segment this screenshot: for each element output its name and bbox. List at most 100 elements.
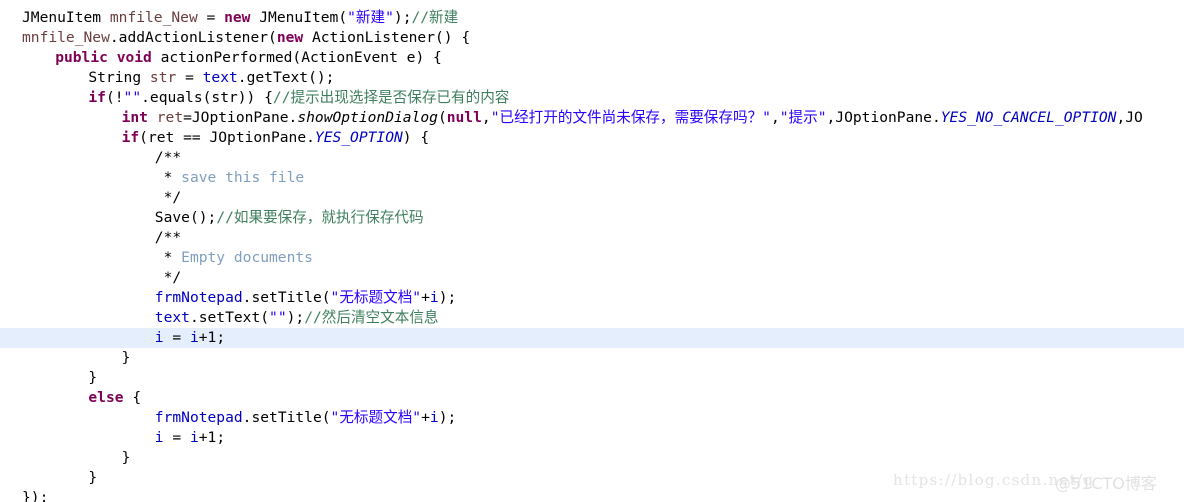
token-plain: } [121,449,131,466]
code-line[interactable]: String str = text.getText(); [0,68,1184,88]
code-line[interactable]: } [0,468,1184,488]
token-field: frmNotepad [154,289,243,306]
code-line[interactable]: i = i+1; [0,428,1184,448]
token-javadoc: /** [154,229,182,246]
token-javadoc: * [154,249,182,266]
code-line[interactable]: if(ret == JOptionPane.YES_OPTION) { [0,128,1184,148]
token-keyword: public [55,49,117,66]
code-line-content: mnfile_New.addActionListener(new ActionL… [22,29,470,46]
code-line[interactable]: frmNotepad.setTitle("无标题文档"+i); [0,408,1184,428]
code-line[interactable]: } [0,448,1184,468]
token-field: frmNotepad [154,409,243,426]
code-line-content: /** [155,229,181,246]
code-line[interactable]: mnfile_New.addActionListener(new ActionL… [0,28,1184,48]
token-string: "已经打开的文件尚未保存，需要保存吗？" [490,109,771,126]
token-plain: String [88,69,150,86]
token-plain: } [88,369,98,386]
token-plain: .equals(str)) { [141,89,273,106]
code-line-content: /** [155,149,181,166]
token-keyword: if [121,129,140,146]
code-line[interactable]: frmNotepad.setTitle("无标题文档"+i); [0,288,1184,308]
token-local: mnfile_New [22,29,110,46]
code-line-content: i = i+1; [155,329,225,346]
code-line-content: * save this file [154,169,305,186]
code-line[interactable]: text.setText("");//然后清空文本信息 [0,308,1184,328]
token-plain: , [770,109,780,126]
token-plain: (ret == JOptionPane. [139,129,315,146]
token-plain: ,JOptionPane. [826,109,941,126]
token-field: i [154,329,173,346]
code-line-content: else { [88,389,141,406]
token-field: i [189,329,199,346]
code-line[interactable]: * save this file [0,168,1184,188]
token-keyword: else [88,389,133,406]
token-plain: ); [438,289,457,306]
code-line[interactable]: * Empty documents [0,248,1184,268]
code-line[interactable]: } [0,348,1184,368]
token-string: "新建" [347,9,394,26]
token-keyword: if [88,89,106,106]
code-text-area[interactable]: JMenuItem mnfile_New = new JMenuItem("新建… [0,0,1184,502]
token-keyword: void [116,49,161,66]
token-plain: = [185,69,203,86]
code-line-content: if(!"".equals(str)) {//提示出现选择是否保存已有的内容 [88,89,509,106]
code-line-content: frmNotepad.setTitle("无标题文档"+i); [155,409,456,426]
code-line[interactable]: int ret=JOptionPane.showOptionDialog(nul… [0,108,1184,128]
token-jdoc-kw: save this file [181,169,305,186]
token-string: "" [269,309,287,326]
code-line[interactable]: if(!"".equals(str)) {//提示出现选择是否保存已有的内容 [0,88,1184,108]
code-line-content: public void actionPerformed(ActionEvent … [55,49,442,66]
token-plain: JMenuItem( [259,9,348,26]
code-line-content: */ [154,189,182,206]
token-plain: + [421,289,430,306]
token-static: YES_NO_CANCEL_OPTION [940,109,1117,126]
code-line-content: */ [154,269,182,286]
token-javadoc: */ [154,269,182,286]
token-keyword: null [446,109,482,126]
token-javadoc: * [154,169,182,186]
token-plain: { [132,389,142,406]
code-line-content: JMenuItem mnfile_New = new JMenuItem("新建… [22,9,458,26]
code-line[interactable]: } [0,368,1184,388]
token-jdoc-kw: Empty documents [181,249,313,266]
token-plain: ); [286,309,305,326]
token-plain: ( [437,109,447,126]
token-plain: } [121,349,131,366]
code-line-content: i = i+1; [155,429,225,446]
token-plain: , [481,109,491,126]
code-line[interactable]: */ [0,268,1184,288]
token-string: "无标题文档" [330,289,422,306]
token-local: str [149,69,186,86]
token-string: "无标题文档" [330,409,422,426]
token-javadoc: */ [154,189,182,206]
token-field: i [189,429,199,446]
code-line-content: } [122,449,131,466]
token-plain: .setText( [189,309,270,326]
token-plain: .setTitle( [242,289,331,306]
token-plain: =JOptionPane. [183,109,298,126]
code-editor-viewport: JMenuItem mnfile_New = new JMenuItem("新建… [0,0,1184,502]
code-line[interactable]: public void actionPerformed(ActionEvent … [0,48,1184,68]
token-javadoc: /** [154,149,182,166]
token-static: YES_OPTION [314,129,403,146]
code-line[interactable]: */ [0,188,1184,208]
token-field: i [429,409,439,426]
token-plain: ,JO [1116,109,1143,126]
code-line[interactable]: i = i+1; [0,328,1184,348]
code-line[interactable]: Save();//如果要保存，就执行保存代码 [0,208,1184,228]
code-line[interactable]: /** [0,228,1184,248]
token-string: "" [123,89,142,106]
token-plain: = [206,9,225,26]
token-plain: + [421,409,430,426]
token-plain: Save(); [154,209,217,226]
token-method: showOptionDialog [297,109,438,126]
code-line[interactable]: /** [0,148,1184,168]
token-plain: ) { [402,129,430,146]
token-field: text [202,69,238,86]
token-plain: } [88,469,98,486]
token-plain: ); [393,9,412,26]
code-line[interactable]: JMenuItem mnfile_New = new JMenuItem("新建… [0,8,1184,28]
code-line[interactable]: }); [0,488,1184,502]
code-line[interactable]: else { [0,388,1184,408]
token-field: i [154,429,173,446]
